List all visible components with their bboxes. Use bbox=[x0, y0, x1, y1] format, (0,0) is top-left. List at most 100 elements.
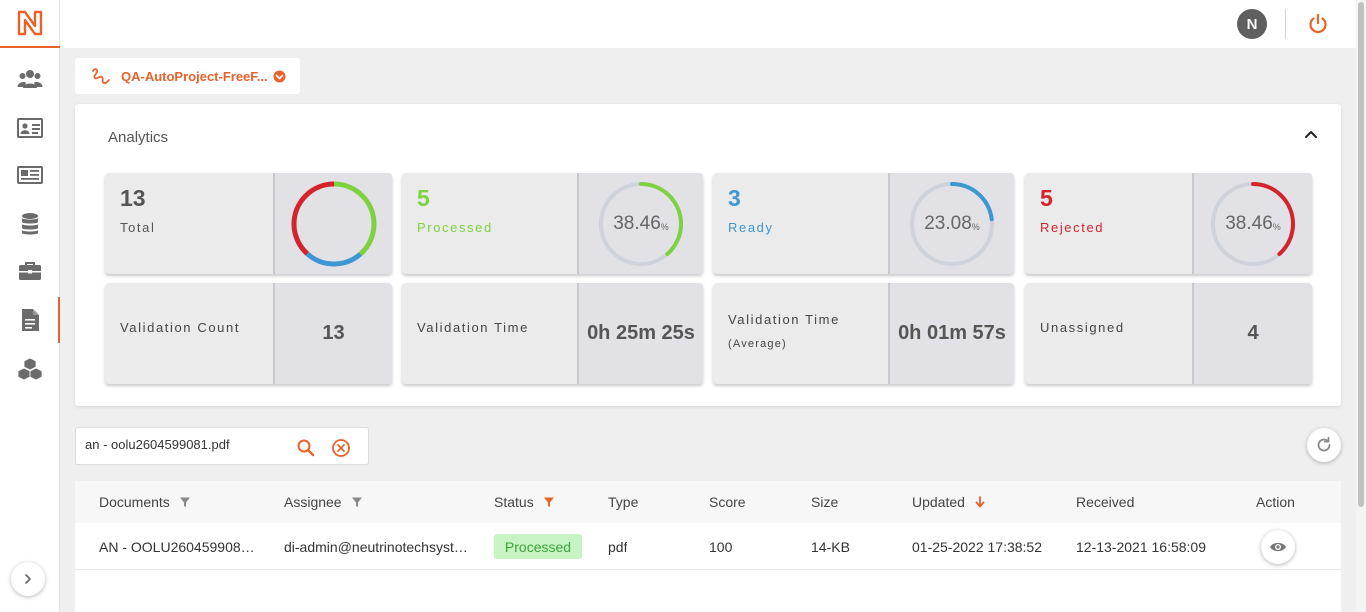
column-updated-label: Updated bbox=[912, 494, 965, 510]
clear-search-button[interactable] bbox=[331, 438, 351, 458]
scrollbar-thumb[interactable] bbox=[1358, 2, 1364, 507]
refresh-icon bbox=[1317, 436, 1331, 452]
total-count: 13 bbox=[120, 185, 146, 211]
column-assignee[interactable]: Assignee bbox=[284, 494, 363, 510]
column-score-label: Score bbox=[709, 494, 746, 510]
filter-icon[interactable] bbox=[179, 496, 191, 508]
users-icon bbox=[17, 70, 43, 88]
topbar-divider bbox=[1285, 9, 1286, 39]
validation-time-average-label: Validation Time bbox=[728, 312, 840, 327]
column-documents[interactable]: Documents bbox=[99, 494, 191, 510]
refresh-button[interactable] bbox=[1307, 428, 1341, 462]
logo-icon bbox=[17, 10, 43, 36]
project-icon bbox=[92, 68, 110, 85]
sidebar-item-contacts[interactable] bbox=[0, 105, 60, 151]
app-logo[interactable] bbox=[0, 0, 60, 48]
project-name: QA-AutoProject-FreeF... bbox=[121, 68, 268, 84]
validation-time-tile: Validation Time 0h 25m 25s bbox=[402, 283, 703, 384]
processed-percent-unit: % bbox=[660, 222, 669, 232]
table-header: Documents Assignee Status Type Score Siz… bbox=[75, 481, 1341, 523]
column-status[interactable]: Status bbox=[494, 494, 555, 510]
analytics-title: Analytics bbox=[108, 129, 169, 146]
sidebar-item-users[interactable] bbox=[0, 56, 60, 102]
status-badge: Processed bbox=[494, 534, 582, 559]
id-card-icon bbox=[17, 118, 43, 138]
cell-updated: 01-25-2022 17:38:52 bbox=[912, 539, 1042, 555]
chevron-right-icon bbox=[25, 574, 31, 584]
column-received-label: Received bbox=[1076, 494, 1135, 510]
ready-count: 3 bbox=[728, 185, 741, 211]
sort-desc-icon[interactable] bbox=[974, 496, 986, 508]
filter-icon[interactable] bbox=[351, 496, 363, 508]
processed-count: 5 bbox=[417, 185, 430, 211]
document-search bbox=[75, 427, 369, 465]
column-action: Action bbox=[1256, 494, 1295, 510]
column-status-label: Status bbox=[494, 494, 534, 510]
rejected-count: 5 bbox=[1040, 185, 1053, 211]
cubes-icon bbox=[17, 357, 43, 381]
sidebar-item-projects[interactable] bbox=[0, 248, 60, 294]
search-input[interactable] bbox=[85, 437, 285, 452]
project-selector[interactable]: QA-AutoProject-FreeF... bbox=[75, 58, 300, 94]
column-size[interactable]: Size bbox=[811, 494, 838, 510]
ready-label: Ready bbox=[728, 220, 774, 235]
logout-button[interactable] bbox=[1306, 12, 1330, 36]
unassigned-tile: Unassigned 4 bbox=[1025, 283, 1312, 384]
expand-sidebar-button[interactable] bbox=[11, 562, 45, 596]
sidebar bbox=[0, 0, 60, 612]
sidebar-item-news[interactable] bbox=[0, 152, 60, 198]
validation-count-label: Validation Count bbox=[120, 320, 241, 335]
search-icon bbox=[297, 439, 315, 457]
column-updated[interactable]: Updated bbox=[912, 494, 986, 510]
processed-tile: 5 Processed 38.46% bbox=[402, 173, 703, 274]
rejected-percent-unit: % bbox=[1272, 222, 1281, 232]
page-scrollbar[interactable] bbox=[1356, 0, 1366, 612]
cell-score: 100 bbox=[709, 539, 733, 555]
search-button[interactable] bbox=[296, 438, 316, 458]
total-donut bbox=[289, 179, 379, 269]
chevron-up-icon bbox=[1305, 131, 1317, 138]
processed-donut: 38.46% bbox=[596, 179, 686, 269]
column-assignee-label: Assignee bbox=[284, 494, 342, 510]
column-score[interactable]: Score bbox=[709, 494, 746, 510]
column-size-label: Size bbox=[811, 494, 839, 510]
validation-count-tile: Validation Count 13 bbox=[105, 283, 392, 384]
column-type[interactable]: Type bbox=[608, 494, 638, 510]
sidebar-item-database[interactable] bbox=[0, 201, 60, 247]
processed-percent: 38.46 bbox=[613, 212, 661, 234]
newspaper-icon bbox=[17, 166, 43, 184]
cell-received: 12-13-2021 16:58:09 bbox=[1076, 539, 1206, 555]
view-document-button[interactable] bbox=[1261, 530, 1295, 564]
total-tile: 13 Total bbox=[105, 173, 392, 274]
sidebar-item-modules[interactable] bbox=[0, 346, 60, 392]
validation-time-average-sublabel: (Average) bbox=[728, 338, 787, 350]
column-type-label: Type bbox=[608, 494, 639, 510]
column-documents-label: Documents bbox=[99, 494, 170, 510]
database-icon bbox=[22, 213, 38, 235]
cell-document[interactable]: AN - OOLU2604599081.pdf bbox=[99, 539, 259, 555]
cell-assignee: di-admin@neutrinotechsystems.com bbox=[284, 539, 470, 555]
column-received[interactable]: Received bbox=[1076, 494, 1134, 510]
sidebar-item-documents[interactable] bbox=[0, 297, 60, 343]
rejected-percent: 38.46 bbox=[1225, 212, 1273, 234]
validation-time-label: Validation Time bbox=[417, 320, 529, 335]
total-label: Total bbox=[120, 220, 156, 235]
unassigned-label: Unassigned bbox=[1040, 320, 1125, 335]
rejected-tile: 5 Rejected 38.46% bbox=[1025, 173, 1312, 274]
rejected-label: Rejected bbox=[1040, 220, 1105, 235]
validation-time-average-value: 0h 01m 57s bbox=[898, 322, 1006, 344]
table-row[interactable]: AN - OOLU2604599081.pdf di-admin@neutrin… bbox=[75, 523, 1341, 570]
collapse-analytics-button[interactable] bbox=[1303, 126, 1319, 142]
ready-donut: 23.08% bbox=[907, 179, 997, 269]
documents-table: Documents Assignee Status Type Score Siz… bbox=[75, 481, 1341, 612]
check-circle-icon bbox=[273, 70, 286, 83]
eye-icon bbox=[1270, 542, 1286, 552]
document-icon bbox=[22, 309, 39, 331]
analytics-panel: Analytics 13 Total 5 Processed 38.46 % 3… bbox=[75, 104, 1341, 406]
briefcase-icon bbox=[19, 262, 41, 280]
validation-count-value: 13 bbox=[322, 322, 345, 344]
filter-active-icon[interactable] bbox=[543, 496, 555, 508]
processed-label: Processed bbox=[417, 220, 493, 235]
avatar[interactable]: N bbox=[1237, 9, 1267, 39]
column-action-label: Action bbox=[1256, 494, 1295, 510]
